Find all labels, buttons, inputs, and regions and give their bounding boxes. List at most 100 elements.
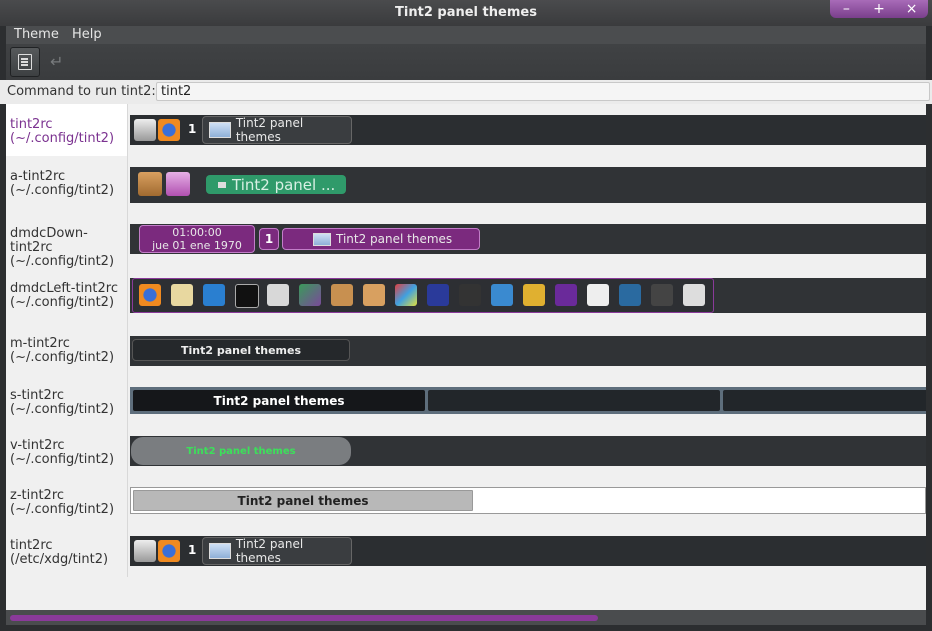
panel-preview: Tint2 panel themes: [130, 387, 926, 414]
theme-name: v-tint2rc: [10, 438, 65, 453]
window-icon: [313, 232, 331, 246]
theme-path: (~/.config/tint2): [10, 350, 115, 365]
notes-icon: [171, 284, 193, 306]
task-title: Tint2 panel themes: [235, 116, 304, 144]
window-icon: [209, 122, 231, 138]
firefox-icon: [158, 540, 180, 562]
task-title: Tint2 panel themes: [336, 232, 453, 246]
theme-row[interactable]: tint2rc (/etc/xdg/tint2) 1 Tint2 panel t…: [6, 527, 926, 577]
task-slot: [723, 390, 926, 411]
theme-path: (~/.config/tint2): [10, 402, 115, 417]
theme-name: s-tint2rc: [10, 388, 64, 403]
close-button[interactable]: ×: [902, 2, 922, 16]
file-icon: [587, 284, 609, 306]
command-row: Command to run tint2:: [0, 80, 932, 104]
eject-icon: [459, 284, 481, 306]
minimize-button[interactable]: –: [836, 2, 856, 16]
theme-name: dmdcLeft-tint2rc: [10, 281, 118, 296]
emacs-icon: [555, 284, 577, 306]
theme-name: tint2rc: [10, 117, 53, 132]
window-icon: [209, 543, 231, 559]
theme-row[interactable]: a-tint2rc (~/.config/tint2) Tint2 panel …: [6, 156, 926, 213]
desktop-number: 1: [259, 228, 279, 250]
panel-preview: 1 Tint2 panel themes: [130, 536, 926, 566]
task-slot: [428, 390, 720, 411]
horizontal-scrollbar[interactable]: [6, 610, 926, 625]
theme-name: dmdcDown-tint2rc: [10, 226, 88, 255]
theme-list[interactable]: tint2rc (~/.config/tint2) 1 Tint2 panel …: [6, 104, 926, 610]
apply-button[interactable]: ↵: [50, 52, 63, 71]
window-controls: – + ×: [830, 0, 928, 18]
theme-name: z-tint2rc: [10, 488, 65, 503]
bird-icon: [491, 284, 513, 306]
list-icon: [18, 54, 32, 70]
app-icon: [166, 172, 190, 196]
theme-row[interactable]: tint2rc (~/.config/tint2) 1 Tint2 panel …: [6, 104, 926, 156]
theme-path: (~/.config/tint2): [10, 502, 115, 517]
app-window: Tint2 panel themes – + × Theme Help ↵ Co…: [0, 0, 932, 631]
panel-preview: Tint2 panel themes: [130, 436, 926, 466]
panel-preview: Tint2 panel themes: [130, 487, 926, 514]
task-button: Tint2 panel themes: [132, 339, 350, 361]
window-title: Tint2 panel themes: [395, 5, 537, 20]
launcher-icon: [134, 540, 156, 562]
terminal-icon: [235, 284, 259, 308]
task-title: Tint2 panel ...: [232, 175, 336, 194]
task-button: Tint2 panel themes: [202, 116, 352, 144]
desktop-number: 1: [188, 543, 197, 557]
panel-preview: 01:00:00 jue 01 ene 1970 1 Tint2 panel t…: [130, 224, 926, 254]
tool-icon: [299, 284, 321, 306]
task-button: Tint2 panel themes: [202, 537, 352, 565]
maximize-button[interactable]: +: [869, 2, 889, 16]
theme-row[interactable]: dmdcDown-tint2rc (~/.config/tint2) 01:00…: [6, 213, 926, 269]
inkscape-icon: [427, 284, 449, 306]
command-input[interactable]: [156, 82, 930, 101]
launcher-icon: [134, 119, 156, 141]
theme-row[interactable]: dmdcLeft-tint2rc (~/.config/tint2): [6, 268, 926, 325]
task-button: Tint2 panel themes: [282, 228, 480, 250]
panel-preview: Tint2 panel themes: [130, 336, 926, 366]
menu-help[interactable]: Help: [72, 27, 102, 42]
toolbar: ↵: [6, 44, 926, 80]
theme-name: tint2rc: [10, 538, 53, 553]
task-button: Tint2 panel themes: [133, 390, 425, 411]
task-button: Tint2 panel themes: [131, 437, 351, 465]
python-icon: [523, 284, 545, 306]
task-button: Tint2 panel themes: [133, 490, 473, 511]
clock: 01:00:00 jue 01 ene 1970: [139, 225, 255, 253]
launcher-bar: [132, 278, 714, 313]
theme-name: a-tint2rc: [10, 169, 66, 184]
panel-preview: Tint2 panel ...: [130, 167, 926, 203]
firefox-icon: [139, 284, 161, 306]
package-icon: [331, 284, 353, 306]
edit-icon: [683, 284, 705, 306]
title-bar[interactable]: Tint2 panel themes – + ×: [0, 0, 932, 26]
desktop-number: 1: [188, 122, 197, 136]
theme-row[interactable]: m-tint2rc (~/.config/tint2) Tint2 panel …: [6, 325, 926, 377]
paint-icon: [395, 284, 417, 306]
command-label: Command to run tint2:: [7, 84, 156, 99]
panel-preview: 1 Tint2 panel themes: [130, 115, 926, 145]
theme-path: (~/.config/tint2): [10, 254, 115, 269]
task-title: Tint2 panel themes: [235, 537, 304, 565]
archive-icon: [363, 284, 385, 306]
package-icon: [138, 172, 162, 196]
task-button: Tint2 panel ...: [206, 175, 346, 194]
clock-time: 01:00:00: [172, 226, 222, 239]
clock-date: jue 01 ene 1970: [152, 239, 242, 252]
theme-path: (~/.config/tint2): [10, 452, 115, 467]
theme-path: (/etc/xdg/tint2): [10, 552, 109, 567]
firefox-icon: [158, 119, 180, 141]
theme-row[interactable]: s-tint2rc (~/.config/tint2) Tint2 panel …: [6, 377, 926, 427]
scrollbar-thumb[interactable]: [10, 615, 598, 621]
theme-row[interactable]: z-tint2rc (~/.config/tint2) Tint2 panel …: [6, 477, 926, 527]
theme-row[interactable]: v-tint2rc (~/.config/tint2) Tint2 panel …: [6, 427, 926, 477]
theme-path: (~/.config/tint2): [10, 131, 115, 146]
chip-icon: [651, 284, 673, 306]
theme-path: (~/.config/tint2): [10, 295, 115, 310]
menu-theme[interactable]: Theme: [14, 27, 59, 42]
window-icon: [218, 181, 226, 188]
list-view-button[interactable]: [10, 47, 40, 77]
cursor-icon: [203, 284, 225, 306]
theme-path: (~/.config/tint2): [10, 183, 115, 198]
